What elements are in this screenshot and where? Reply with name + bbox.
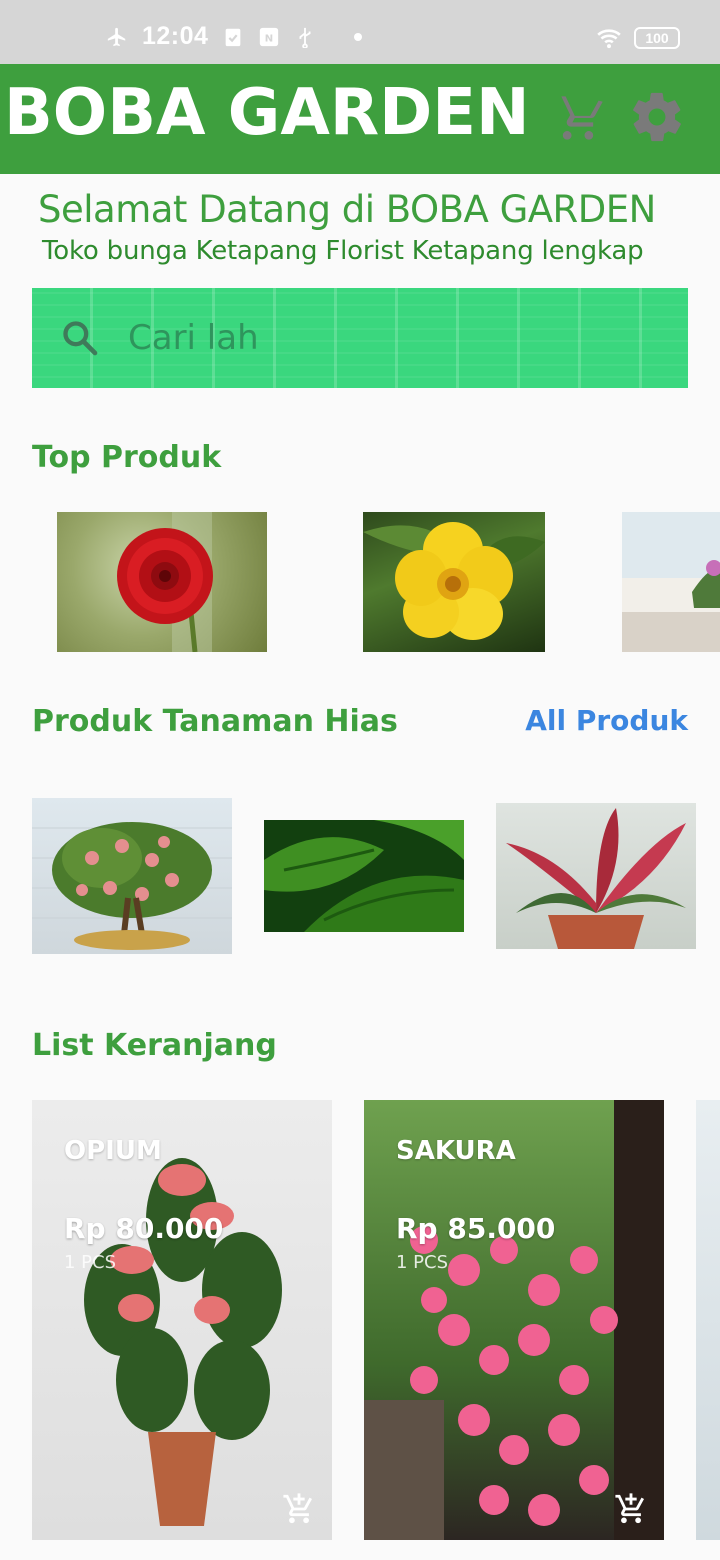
cart-list-title: List Keranjang bbox=[32, 1028, 277, 1063]
notification-dot bbox=[354, 32, 363, 41]
yellow-allamanda-photo bbox=[363, 522, 545, 640]
app-title: BOBA GARDEN bbox=[4, 76, 530, 150]
top-products-title: Top Produk bbox=[32, 440, 222, 475]
add-to-cart-icon[interactable] bbox=[282, 1492, 316, 1526]
ornamental-title: Produk Tanaman Hias bbox=[32, 704, 398, 739]
welcome-subheading: Toko bunga Ketapang Florist Ketapang len… bbox=[42, 236, 644, 266]
red-aglaonema-photo bbox=[506, 808, 686, 949]
pink-petunia-photo bbox=[364, 1100, 664, 1540]
cart-item-qty: 1 PCS bbox=[64, 1252, 117, 1273]
cart-item-price: Rp 85.000 bbox=[396, 1212, 556, 1245]
status-time: 12:04 bbox=[142, 22, 209, 50]
cart-item-card[interactable]: SAKURA Rp 85.000 1 PCS bbox=[364, 1100, 664, 1540]
green-leaves-photo bbox=[264, 820, 464, 932]
gear-icon[interactable] bbox=[628, 88, 686, 146]
top-product-1[interactable] bbox=[57, 512, 267, 652]
status-bar: 12:04 N 100 bbox=[0, 0, 720, 64]
cart-icon[interactable] bbox=[552, 92, 604, 144]
ornamental-product-3[interactable] bbox=[496, 803, 696, 949]
ornamental-product-1[interactable] bbox=[32, 798, 232, 954]
top-product-3[interactable] bbox=[622, 512, 720, 652]
search-input[interactable] bbox=[128, 310, 648, 366]
cart-item-name: SAKURA bbox=[396, 1136, 516, 1166]
add-to-cart-icon[interactable] bbox=[614, 1492, 648, 1526]
red-dahlia-photo bbox=[117, 512, 213, 652]
cart-item-card[interactable]: OPIUM Rp 80.000 1 PCS bbox=[32, 1100, 332, 1540]
cart-item-name: OPIUM bbox=[64, 1136, 162, 1166]
welcome-heading: Selamat Datang di BOBA GARDEN bbox=[38, 188, 656, 231]
top-product-2[interactable] bbox=[363, 512, 545, 652]
search-icon bbox=[63, 321, 98, 356]
svg-text:N: N bbox=[265, 33, 273, 44]
wifi-icon bbox=[597, 29, 621, 49]
anthurium-pot-photo bbox=[84, 1158, 282, 1526]
violet-potted-flower-photo bbox=[622, 512, 720, 652]
usb-icon bbox=[299, 27, 311, 48]
clipboard-check-icon bbox=[226, 28, 241, 46]
battery-indicator: 100 bbox=[634, 27, 680, 49]
search-bar[interactable] bbox=[32, 288, 688, 388]
cart-item-card-partial[interactable] bbox=[696, 1100, 720, 1540]
all-products-link[interactable]: All Produk bbox=[525, 704, 688, 737]
fruit-bonsai-photo bbox=[32, 822, 232, 950]
cart-item-qty: 1 PCS bbox=[396, 1252, 449, 1273]
ornamental-product-2[interactable] bbox=[264, 820, 464, 932]
app-bar: BOBA GARDEN bbox=[0, 64, 720, 174]
cart-item-price: Rp 80.000 bbox=[64, 1212, 224, 1245]
airplane-icon bbox=[107, 27, 126, 46]
nfc-icon: N bbox=[260, 27, 279, 46]
